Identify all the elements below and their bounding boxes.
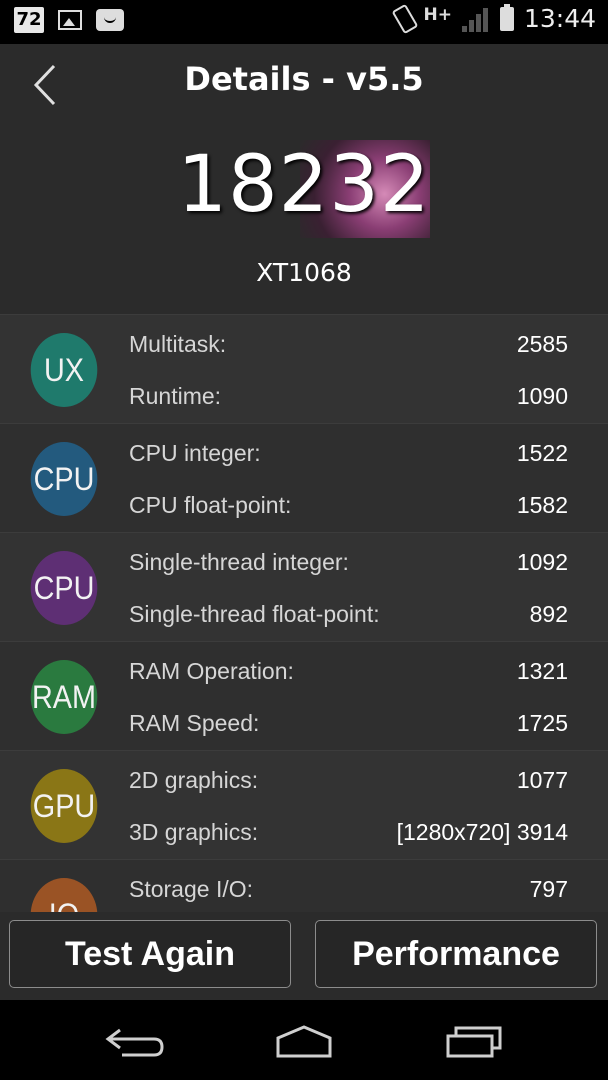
cpu-icon: CPU — [30, 442, 98, 516]
item-label: RAM Speed: — [129, 709, 260, 736]
navigation-bar — [0, 1000, 608, 1080]
back-nav-icon[interactable] — [104, 1022, 168, 1062]
cpu-single-thread-icon: CPU — [30, 551, 98, 625]
category-row-single-thread: CPU Single-thread integer: 1092 Single-th… — [0, 532, 608, 641]
category-row-io: IO Storage I/O: 797 — [0, 859, 608, 912]
category-row-ux: UX Multitask: 2585 Runtime: 1090 — [0, 314, 608, 423]
item-value: [1280x720] 3914 — [396, 818, 568, 845]
performance-button[interactable]: Performance — [315, 920, 597, 988]
item-value: 1522 — [516, 439, 568, 466]
page-title: Details - v5.5 — [184, 60, 424, 98]
signal-icon — [461, 6, 490, 32]
item-label: CPU float-point: — [129, 491, 292, 518]
home-nav-icon[interactable] — [272, 1022, 336, 1062]
item-label: Storage I/O: — [129, 875, 254, 902]
item-value: 1092 — [516, 548, 568, 575]
item-value: 1321 — [516, 657, 568, 684]
item-value: 1077 — [516, 766, 568, 793]
gpu-icon: GPU — [30, 769, 98, 843]
recents-nav-icon[interactable] — [442, 1022, 506, 1062]
item-value: 1090 — [516, 382, 568, 409]
item-label: 3D graphics: — [129, 818, 259, 845]
system-icons: H+ 13:44 — [392, 3, 596, 34]
item-value: 1582 — [516, 491, 568, 518]
item-label: CPU integer: — [129, 439, 261, 466]
badge-72-icon: 72 — [14, 7, 44, 33]
notification-icons: 72 — [14, 7, 124, 33]
rotate-icon — [392, 3, 419, 34]
action-bar: Test Again Performance — [0, 912, 608, 1000]
ram-icon: RAM — [30, 660, 98, 734]
io-icon: IO — [30, 878, 98, 912]
item-label: Runtime: — [129, 382, 222, 409]
item-value: 892 — [529, 600, 568, 627]
item-label: Multitask: — [129, 330, 227, 357]
image-icon — [58, 10, 82, 30]
device-name: XT1068 — [256, 258, 352, 287]
item-label: 2D graphics: — [129, 766, 259, 793]
item-value: 2585 — [516, 330, 568, 357]
category-row-ram: RAM RAM Operation: 1321 RAM Speed: 1725 — [0, 641, 608, 750]
category-row-gpu: GPU 2D graphics: 1077 3D graphics: [1280x7… — [0, 750, 608, 859]
item-label: Single-thread integer: — [129, 548, 349, 575]
test-again-button[interactable]: Test Again — [9, 920, 291, 988]
clock: 13:44 — [523, 4, 596, 33]
item-value: 797 — [529, 875, 568, 902]
item-value: 1725 — [516, 709, 568, 736]
category-row-cpu: CPU CPU integer: 1522 CPU float-point: 158… — [0, 423, 608, 532]
message-icon — [96, 9, 124, 31]
ux-icon: UX — [30, 333, 98, 407]
battery-icon — [499, 3, 514, 31]
item-label: Single-thread float-point: — [129, 600, 380, 627]
status-bar: 72 H+ 13:44 — [0, 0, 608, 44]
network-type: H+ — [423, 4, 452, 25]
total-score: 18232 — [177, 140, 431, 230]
score-list[interactable]: UX Multitask: 2585 Runtime: 1090 CPU CPU i… — [0, 314, 608, 912]
item-label: RAM Operation: — [129, 657, 294, 684]
